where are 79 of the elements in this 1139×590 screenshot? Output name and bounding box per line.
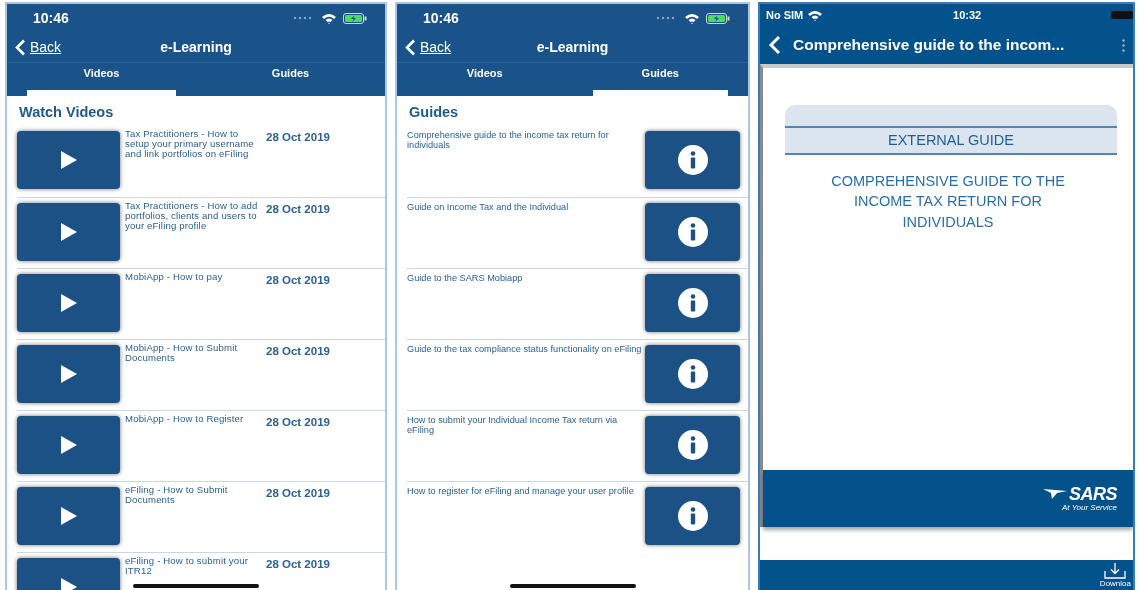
wifi-icon xyxy=(684,12,700,24)
guide-title: How to register for eFiling and manage your user profile xyxy=(407,484,635,496)
video-title: eFiling - How to submit your ITR12 xyxy=(124,553,250,576)
screen-title: e-Learning xyxy=(160,37,232,57)
info-button[interactable] xyxy=(645,486,740,545)
play-icon xyxy=(59,435,78,454)
video-title: Tax Practitioners - How to setup your primary username and link portfolios on eFiling xyxy=(124,126,255,159)
video-date: 28 Oct 2019 xyxy=(265,343,330,359)
battery-icon xyxy=(1111,11,1133,19)
info-button[interactable] xyxy=(645,130,740,189)
video-date: 28 Oct 2019 xyxy=(265,485,330,501)
more-options-icon xyxy=(1122,38,1125,52)
status-time: 10:46 xyxy=(423,8,459,28)
status-time: 10:46 xyxy=(33,8,69,28)
play-icon xyxy=(59,293,78,312)
back-button[interactable] xyxy=(768,35,781,55)
play-icon xyxy=(59,150,78,169)
back-button[interactable]: Back xyxy=(15,36,62,58)
download-button[interactable]: Downloa xyxy=(1099,562,1131,588)
status-time: 10:32 xyxy=(953,7,982,23)
back-chevron-icon xyxy=(405,38,416,56)
info-icon xyxy=(676,286,709,319)
screen-title: e-Learning xyxy=(536,37,609,57)
logo-text: SARS xyxy=(1069,484,1117,503)
video-title: MobiApp - How to pay xyxy=(124,269,224,282)
play-icon xyxy=(59,364,78,383)
video-title: MobiApp - How to Submit Documents xyxy=(124,340,239,363)
section-heading: Guides xyxy=(408,103,460,122)
info-icon xyxy=(676,357,709,390)
info-button[interactable] xyxy=(645,415,740,474)
info-icon xyxy=(676,428,709,461)
document-heading: COMPREHENSIVE GUIDE TO THE INCOME TAX RETURN FOR INDIVIDUALS xyxy=(830,172,1066,232)
play-icon xyxy=(59,577,78,590)
guide-title: Guide to the SARS Mobiapp xyxy=(407,271,524,283)
guide-banner: EXTERNAL GUIDE xyxy=(785,126,1117,155)
wifi-icon xyxy=(321,12,337,24)
tab[interactable]: Videos xyxy=(27,63,176,96)
battery-icon xyxy=(343,12,367,24)
video-title: Tax Practitioners - How to add portfolios, clients and users to your eFiling profile xyxy=(124,198,259,231)
back-chevron-icon xyxy=(15,38,26,56)
carrier-label: No SIM xyxy=(766,7,804,23)
video-title: MobiApp - How to Register xyxy=(124,411,245,424)
back-chevron-icon xyxy=(768,35,781,55)
play-button[interactable] xyxy=(17,344,120,403)
download-icon xyxy=(1102,562,1129,580)
video-date: 28 Oct 2019 xyxy=(265,272,330,288)
guide-title: How to submit your Individual Income Tax return via eFiling xyxy=(407,413,619,435)
info-icon xyxy=(676,143,709,176)
play-button[interactable] xyxy=(17,130,120,189)
logo-tagline: At Your Service xyxy=(1062,502,1117,513)
more-options-button[interactable] xyxy=(1120,38,1127,52)
info-icon xyxy=(676,215,709,248)
video-date: 28 Oct 2019 xyxy=(265,414,330,430)
info-icon xyxy=(676,499,709,532)
guide-title: Guide to the tax compliance status functionality on eFiling xyxy=(407,342,643,354)
guide-title: Comprehensive guide to the income tax return for individuals xyxy=(407,128,610,150)
info-button[interactable] xyxy=(645,344,740,403)
video-title: eFiling - How to Submit Documents xyxy=(124,482,229,505)
guide-title: Guide on Income Tax and the Individual xyxy=(407,200,570,212)
tab[interactable]: Guides xyxy=(592,63,728,96)
video-date: 28 Oct 2019 xyxy=(265,129,330,145)
video-date: 28 Oct 2019 xyxy=(265,201,330,217)
tab[interactable]: Guides xyxy=(216,63,365,96)
play-icon xyxy=(59,222,78,241)
play-button[interactable] xyxy=(17,273,120,332)
tab[interactable]: Videos xyxy=(417,63,553,96)
play-icon xyxy=(59,506,78,525)
video-date: 28 Oct 2019 xyxy=(265,556,330,572)
play-button[interactable] xyxy=(17,415,120,474)
wifi-icon xyxy=(807,9,824,21)
swoosh-icon xyxy=(1043,488,1067,499)
back-button[interactable]: Back xyxy=(405,36,452,58)
document-title: Comprehensive guide to the incom... xyxy=(793,35,1065,56)
play-button[interactable] xyxy=(17,202,120,261)
play-button[interactable] xyxy=(17,486,120,545)
info-button[interactable] xyxy=(645,273,740,332)
info-button[interactable] xyxy=(645,202,740,261)
battery-icon xyxy=(706,12,730,24)
section-heading: Watch Videos xyxy=(18,103,115,122)
